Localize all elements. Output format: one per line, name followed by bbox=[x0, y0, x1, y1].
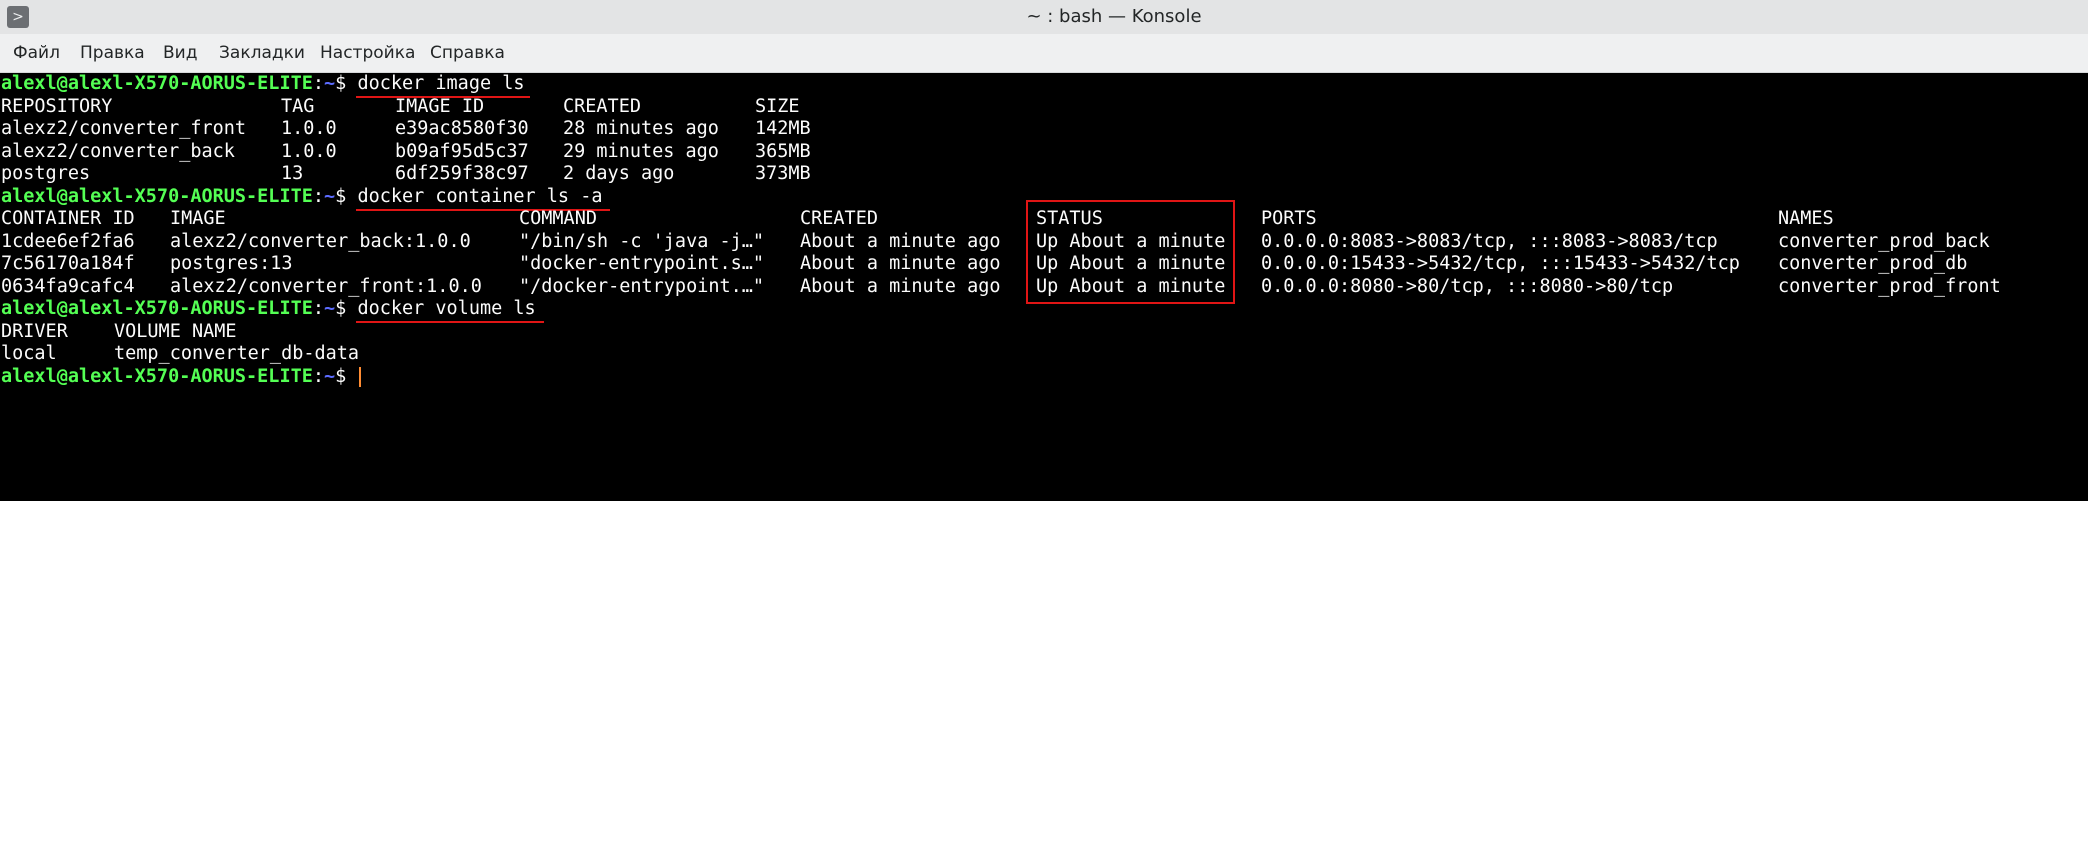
column-header: DRIVER bbox=[1, 320, 68, 342]
prompt-path: ~ bbox=[324, 73, 336, 94]
container-ports: 0.0.0.0:15433->5432/tcp, :::15433->5432/… bbox=[1261, 253, 1740, 274]
table-header: REPOSITORY TAG IMAGE ID CREATED SIZE bbox=[1, 96, 2081, 119]
container-ports: 0.0.0.0:8080->80/tcp, :::8080->80/tcp bbox=[1261, 275, 1674, 297]
command-text: docker volume ls bbox=[357, 298, 536, 319]
terminal-view[interactable]: alexl@alexl-X570-AORUS-ELITE:~$ docker i… bbox=[0, 73, 2088, 501]
table-row: alexz2/converter_front 1.0.0 e39ac8580f3… bbox=[1, 118, 2081, 141]
prompt-separator: : bbox=[312, 73, 325, 94]
table-header: DRIVER VOLUME NAME bbox=[1, 321, 2081, 344]
container-id: 1cdee6ef2fa6 bbox=[1, 230, 135, 252]
title-bar: > ~ : bash — Konsole bbox=[0, 0, 2088, 34]
prompt-separator: : bbox=[312, 365, 325, 387]
command-text: docker container ls -a bbox=[357, 185, 603, 207]
image-created: 28 minutes ago bbox=[563, 118, 719, 139]
container-name: converter_prod_back bbox=[1778, 230, 1990, 252]
table-row: local temp_converter_db-data bbox=[1, 343, 2081, 366]
prompt-line: alexl@alexl-X570-AORUS-ELITE:~$ docker i… bbox=[1, 73, 525, 96]
column-header: PORTS bbox=[1261, 208, 1317, 229]
container-id: 7c56170a184f bbox=[1, 253, 135, 274]
prompt-sign: $ bbox=[335, 73, 347, 94]
menu-view[interactable]: Вид bbox=[163, 34, 197, 72]
container-name: converter_prod_front bbox=[1778, 275, 2001, 297]
image-id: 6df259f38c97 bbox=[395, 163, 529, 184]
image-repository: postgres bbox=[1, 163, 91, 184]
image-created: 2 days ago bbox=[563, 163, 675, 184]
volume-driver: local bbox=[1, 343, 57, 364]
window-title: ~ : bash — Konsole bbox=[1026, 6, 1202, 27]
menu-bar: Файл Правка Вид Закладки Настройка Справ… bbox=[0, 34, 2088, 73]
column-header: REPOSITORY bbox=[1, 95, 113, 117]
container-command: "/bin/sh -c 'java -j…" bbox=[519, 230, 765, 252]
container-created: About a minute ago bbox=[800, 253, 1001, 274]
image-repository: alexz2/converter_back bbox=[1, 140, 235, 162]
annotation-box bbox=[1026, 200, 1235, 304]
table-row: alexz2/converter_back 1.0.0 b09af95d5c37… bbox=[1, 141, 2081, 164]
column-header: VOLUME NAME bbox=[114, 320, 237, 342]
image-tag: 13 bbox=[281, 163, 304, 184]
container-name: converter_prod_db bbox=[1778, 253, 1968, 274]
image-size: 373MB bbox=[755, 163, 811, 184]
prompt-line: alexl@alexl-X570-AORUS-ELITE:~$ docker v… bbox=[1, 298, 536, 321]
prompt-user-host: alexl@alexl-X570-AORUS-ELITE bbox=[1, 73, 313, 94]
container-id: 0634fa9cafc4 bbox=[1, 275, 135, 297]
image-created: 29 minutes ago bbox=[563, 140, 719, 162]
menu-help[interactable]: Справка bbox=[430, 34, 505, 72]
column-header: CONTAINER ID bbox=[1, 208, 135, 229]
window-bottom bbox=[0, 501, 2088, 529]
container-image: alexz2/converter_front:1.0.0 bbox=[170, 275, 482, 297]
image-id: e39ac8580f30 bbox=[395, 118, 529, 139]
prompt-line: alexl@alexl-X570-AORUS-ELITE:~$ docker c… bbox=[1, 186, 602, 209]
column-header: IMAGE bbox=[170, 208, 226, 229]
prompt-path: ~ bbox=[324, 185, 336, 207]
prompt-user-host: alexl@alexl-X570-AORUS-ELITE bbox=[1, 298, 313, 319]
text-cursor bbox=[359, 366, 362, 387]
container-command: "docker-entrypoint.s…" bbox=[519, 253, 765, 274]
image-repository: alexz2/converter_front bbox=[1, 118, 247, 139]
menu-edit[interactable]: Правка bbox=[80, 34, 145, 72]
menu-settings[interactable]: Настройка bbox=[320, 34, 415, 72]
column-header: IMAGE ID bbox=[395, 95, 485, 117]
table-row: postgres 13 6df259f38c97 2 days ago 373M… bbox=[1, 163, 2081, 186]
container-created: About a minute ago bbox=[800, 275, 1001, 297]
menu-file[interactable]: Файл bbox=[13, 34, 60, 72]
container-command: "/docker-entrypoint.…" bbox=[519, 275, 765, 297]
column-header: CREATED bbox=[563, 95, 641, 117]
prompt-user-host: alexl@alexl-X570-AORUS-ELITE bbox=[1, 365, 313, 387]
menu-bookmarks[interactable]: Закладки bbox=[219, 34, 305, 72]
column-header: NAMES bbox=[1778, 208, 1834, 229]
prompt-separator: : bbox=[312, 185, 325, 207]
prompt-separator: : bbox=[312, 298, 325, 319]
prompt-sign: $ bbox=[335, 298, 347, 319]
prompt-sign: $ bbox=[335, 185, 347, 207]
prompt-line: alexl@alexl-X570-AORUS-ELITE:~$ bbox=[1, 365, 362, 389]
image-tag: 1.0.0 bbox=[281, 140, 337, 162]
image-tag: 1.0.0 bbox=[281, 118, 337, 139]
container-created: About a minute ago bbox=[800, 230, 1001, 252]
container-image: postgres:13 bbox=[170, 253, 293, 274]
column-header: CREATED bbox=[800, 208, 878, 229]
image-size: 365MB bbox=[755, 140, 811, 162]
volume-name: temp_converter_db-data bbox=[114, 343, 360, 364]
container-ports: 0.0.0.0:8083->8083/tcp, :::8083->8083/tc… bbox=[1261, 230, 1718, 252]
prompt-path: ~ bbox=[324, 298, 336, 319]
prompt-user-host: alexl@alexl-X570-AORUS-ELITE bbox=[1, 185, 313, 207]
image-id: b09af95d5c37 bbox=[395, 140, 529, 162]
image-size: 142MB bbox=[755, 118, 811, 139]
column-header: SIZE bbox=[755, 95, 800, 117]
command-text: docker image ls bbox=[357, 73, 525, 94]
column-header: TAG bbox=[281, 95, 315, 117]
column-header: COMMAND bbox=[519, 208, 597, 229]
prompt-path: ~ bbox=[324, 365, 336, 387]
container-image: alexz2/converter_back:1.0.0 bbox=[170, 230, 471, 252]
prompt-sign: $ bbox=[335, 365, 347, 387]
